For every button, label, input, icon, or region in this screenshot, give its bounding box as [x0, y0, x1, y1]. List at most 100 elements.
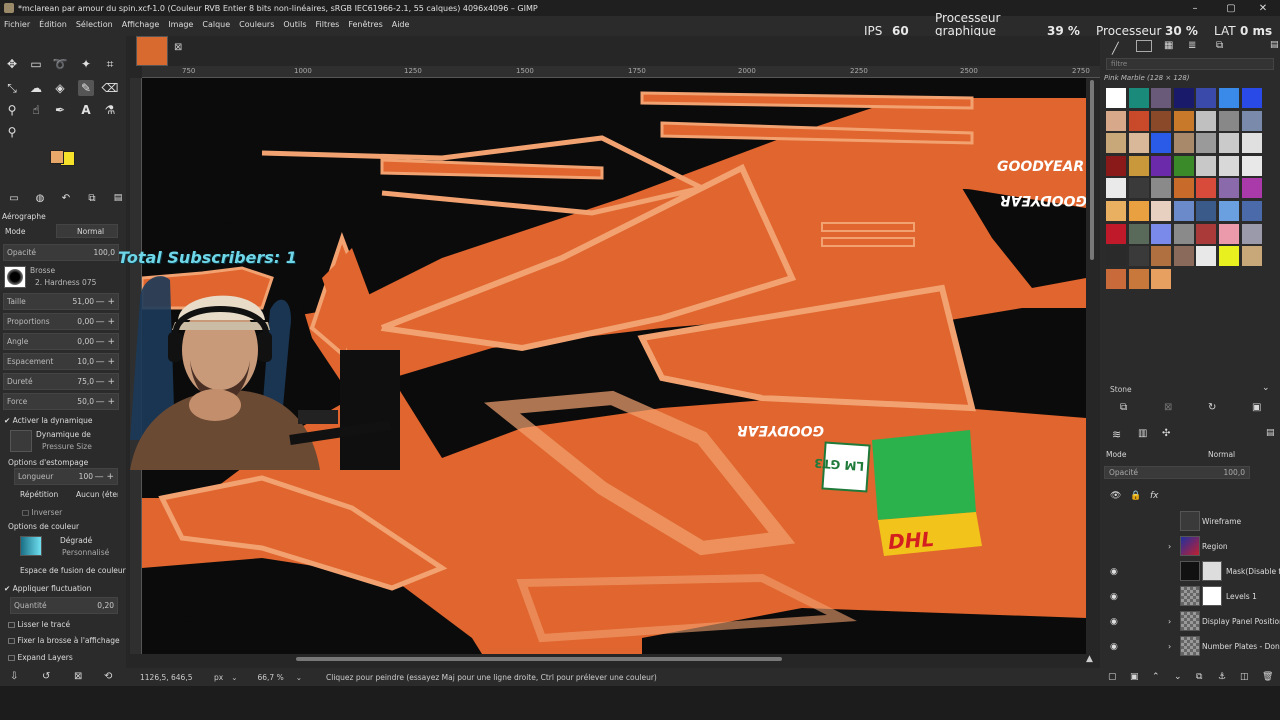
close-window-button[interactable]: ✕ [1246, 0, 1280, 16]
pattern-swatch[interactable] [1173, 88, 1194, 108]
vertical-scrollbar[interactable] [1090, 80, 1094, 260]
pattern-swatch[interactable] [1219, 201, 1239, 221]
pattern-swatch[interactable] [1196, 178, 1217, 199]
pattern-swatch[interactable] [1128, 133, 1149, 154]
pattern-swatch[interactable] [1196, 133, 1217, 154]
lasso-icon[interactable]: ➰ [52, 56, 68, 72]
pattern-tag[interactable]: Stone [1110, 385, 1132, 394]
close-image-icon[interactable]: ⊠ [174, 42, 182, 53]
gradient-value[interactable]: Personnalisé [62, 548, 109, 557]
pattern-swatch[interactable] [1128, 201, 1149, 221]
pattern-swatch[interactable] [1128, 110, 1149, 131]
document-history-tab-icon[interactable]: ⧉ [1216, 40, 1223, 51]
layer-row[interactable]: ◉ › Display Panel Position [1102, 609, 1280, 634]
layer-opacity-slider[interactable]: Opacité 100,0 [1104, 466, 1250, 479]
lock-brush-checkbox[interactable]: □ Fixer la brosse à l'affichage [8, 636, 120, 645]
pattern-swatch[interactable] [1173, 155, 1194, 176]
blend-space-select[interactable]: Espace de fusion de couleur [20, 566, 126, 575]
device-status-tab-icon[interactable]: ◍ [32, 190, 48, 206]
pattern-swatch[interactable] [1106, 88, 1126, 108]
zoom-select[interactable]: 66,7 % [258, 673, 284, 682]
eraser-icon[interactable]: ⌫ [102, 80, 119, 96]
pattern-swatch[interactable] [1106, 201, 1126, 221]
pattern-swatch[interactable] [1196, 88, 1217, 108]
pattern-swatch[interactable] [1128, 246, 1149, 267]
jitter-toggle[interactable]: ✔ Appliquer fluctuation [4, 584, 91, 593]
expand-icon[interactable]: › [1168, 617, 1171, 626]
delete-pattern-icon[interactable]: ⊠ [1164, 402, 1172, 413]
layer-row[interactable]: ◉ Mask(Disable for [1102, 559, 1280, 584]
visibility-eye-icon[interactable]: ◉ [1110, 592, 1118, 602]
paths-icon[interactable]: ✒ [52, 102, 68, 118]
pattern-swatch[interactable] [1173, 110, 1194, 131]
lower-layer-icon[interactable]: ⌄ [1174, 672, 1182, 682]
pattern-swatch[interactable] [1128, 88, 1149, 108]
amount-slider[interactable]: Quantité 0,20 [10, 597, 118, 614]
fade-options[interactable]: Options d'estompage [8, 458, 88, 467]
pattern-swatch[interactable] [1241, 246, 1262, 267]
gradient-preview[interactable] [20, 536, 42, 556]
pattern-swatch[interactable] [1241, 88, 1262, 108]
channels-tab-icon[interactable]: ▥ [1138, 428, 1147, 439]
unit-select[interactable]: px [214, 673, 223, 682]
text-tool-icon[interactable]: A [78, 102, 94, 118]
duplicate-layer-icon[interactable]: ⧉ [1196, 672, 1202, 682]
menu-image[interactable]: Image [168, 20, 193, 29]
images-tab-icon[interactable]: ⧉ [84, 190, 100, 206]
maximize-button[interactable]: ▢ [1214, 0, 1248, 16]
hardness-slider[interactable]: Dureté 75,0— + [3, 373, 119, 390]
pattern-swatch[interactable] [1106, 178, 1126, 199]
expand-layers-checkbox[interactable]: □ Expand Layers [8, 653, 73, 662]
invert-checkbox[interactable]: □ Inverser [22, 508, 62, 517]
pattern-swatch[interactable] [1219, 178, 1239, 199]
menu-fenetres[interactable]: Fenêtres [348, 20, 382, 29]
layer-row[interactable]: Wireframe [1102, 509, 1280, 534]
visibility-eye-icon[interactable]: ◉ [1110, 642, 1118, 652]
pattern-swatch[interactable] [1106, 133, 1126, 154]
pattern-swatch[interactable] [1241, 133, 1262, 154]
opacity-slider[interactable]: Opacité 100,0 [3, 244, 119, 261]
reset-options-icon[interactable]: ⟲ [104, 671, 112, 682]
pattern-swatch[interactable] [1173, 246, 1194, 267]
brush-preview[interactable] [4, 266, 26, 288]
patterns-tab-icon[interactable] [1136, 40, 1152, 52]
fuzzy-select-icon[interactable]: ✦ [78, 56, 94, 72]
gradients-tab-icon[interactable]: ▦ [1164, 40, 1173, 51]
pattern-swatch[interactable] [1219, 155, 1239, 176]
pattern-swatch[interactable] [1196, 246, 1217, 267]
mode-select[interactable]: Normal [56, 224, 118, 238]
pattern-swatch[interactable] [1106, 246, 1126, 267]
layers-menu-icon[interactable]: ▤ [1266, 428, 1275, 438]
pattern-swatch[interactable] [1173, 201, 1194, 221]
pattern-swatch[interactable] [1106, 155, 1126, 176]
menu-outils[interactable]: Outils [283, 20, 306, 29]
spacing-slider[interactable]: Espacement 10,0— + [3, 353, 119, 370]
horizontal-ruler[interactable]: 750 1000 1250 1500 1750 2000 2250 2500 2… [142, 66, 1100, 78]
pattern-swatch[interactable] [1128, 155, 1149, 176]
layer-row[interactable]: › Region [1102, 534, 1280, 559]
pattern-swatch[interactable] [1151, 110, 1172, 131]
pattern-swatch[interactable] [1241, 223, 1262, 244]
save-options-icon[interactable]: ⇩ [10, 671, 18, 682]
fx-icon[interactable]: fx [1150, 491, 1159, 501]
color-options[interactable]: Options de couleur [8, 522, 79, 531]
undo-history-tab-icon[interactable]: ↶ [58, 190, 74, 206]
layers-tab-icon[interactable]: ≋ [1112, 428, 1121, 441]
dock-menu-icon[interactable]: ▤ [1270, 40, 1279, 50]
pattern-swatch[interactable] [1196, 110, 1217, 131]
pattern-swatch[interactable] [1151, 178, 1172, 199]
visibility-eye-icon[interactable]: ◉ [1110, 567, 1118, 577]
pattern-swatch[interactable] [1151, 246, 1172, 267]
menu-calque[interactable]: Calque [202, 20, 230, 29]
rect-select-icon[interactable]: ▭ [28, 56, 44, 72]
tool-options-tab-icon[interactable]: ▭ [6, 190, 22, 206]
pattern-swatch[interactable] [1219, 110, 1239, 131]
edit-pattern-icon[interactable]: ⧉ [1120, 402, 1127, 413]
dynamics-value[interactable]: Pressure Size [42, 442, 92, 451]
pattern-swatch[interactable] [1151, 133, 1172, 154]
smudge-icon[interactable]: ☝ [28, 102, 44, 118]
size-slider[interactable]: Taille 51,00— + [3, 293, 119, 310]
new-group-icon[interactable]: ▣ [1130, 672, 1139, 682]
paths-tab-icon[interactable]: ✣ [1162, 428, 1170, 439]
new-layer-icon[interactable]: ▢ [1108, 672, 1117, 682]
